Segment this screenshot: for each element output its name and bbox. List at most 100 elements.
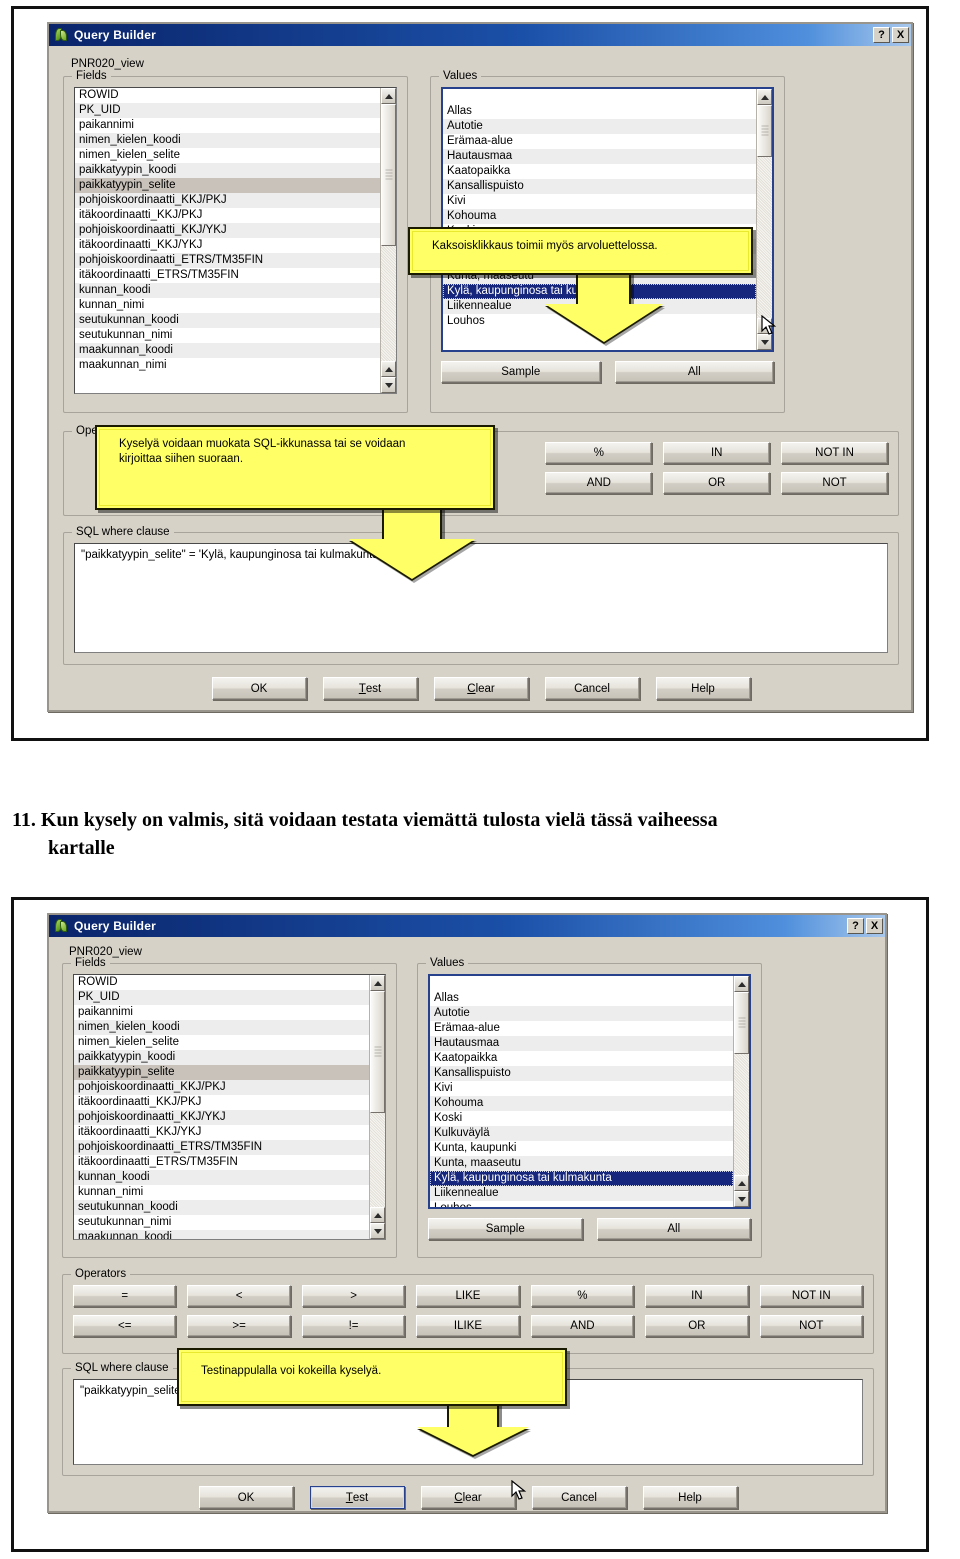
operator-button[interactable]: = bbox=[73, 1285, 177, 1307]
list-item[interactable]: Autotie bbox=[430, 1006, 733, 1021]
list-item[interactable]: PK_UID bbox=[75, 103, 380, 118]
list-item[interactable]: pohjoiskoordinaatti_KKJ/PKJ bbox=[75, 193, 380, 208]
operator-button[interactable]: < bbox=[187, 1285, 291, 1307]
list-item[interactable]: maakunnan_koodi bbox=[74, 1230, 369, 1239]
list-item[interactable]: Liikennealue bbox=[430, 1186, 733, 1201]
list-item[interactable]: Kansallispuisto bbox=[430, 1066, 733, 1081]
list-item[interactable]: Kivi bbox=[443, 194, 756, 209]
operator-button[interactable]: AND bbox=[545, 472, 653, 494]
list-item[interactable]: pohjoiskoordinaatti_KKJ/YKJ bbox=[74, 1110, 369, 1125]
list-item[interactable]: Allas bbox=[430, 991, 733, 1006]
all-button[interactable]: All bbox=[614, 361, 774, 383]
values-scrollbar[interactable] bbox=[756, 89, 772, 350]
operator-button[interactable]: % bbox=[530, 1285, 635, 1307]
list-item[interactable]: paikkatyypin_koodi bbox=[75, 163, 380, 178]
list-item[interactable]: kunnan_koodi bbox=[75, 283, 380, 298]
list-item[interactable]: ROWID bbox=[75, 88, 380, 103]
help-button[interactable]: Help bbox=[655, 677, 751, 700]
clear-button[interactable]: Clear bbox=[433, 677, 529, 700]
list-item[interactable]: Kaatopaikka bbox=[443, 164, 756, 179]
test-button[interactable]: Test bbox=[322, 677, 418, 700]
fields-scroll-track[interactable] bbox=[381, 246, 396, 361]
fields-scroll-thumb[interactable] bbox=[381, 104, 396, 246]
list-item[interactable]: itäkoordinaatti_KKJ/YKJ bbox=[75, 238, 380, 253]
list-item[interactable]: paikannimi bbox=[75, 118, 380, 133]
list-item[interactable]: Kansallispuisto bbox=[443, 179, 756, 194]
cancel-button[interactable]: Cancel bbox=[544, 677, 640, 700]
scroll-down-arrow-icon[interactable] bbox=[370, 1223, 385, 1239]
operator-button[interactable]: NOT bbox=[781, 472, 888, 494]
fields-listbox-2[interactable]: ROWID PK_UID paikannimi nimen_kielen_koodi n… bbox=[73, 974, 386, 1240]
scroll-up-arrow-icon-2[interactable] bbox=[757, 318, 772, 334]
list-item[interactable]: maakunnan_koodi bbox=[75, 343, 380, 358]
values-scroll-track-2[interactable] bbox=[734, 1054, 749, 1175]
list-item[interactable] bbox=[430, 976, 733, 991]
fields-scroll-thumb-2[interactable] bbox=[370, 991, 385, 1113]
list-item[interactable]: nimen_kielen_selite bbox=[74, 1035, 369, 1050]
values-scroll-thumb[interactable] bbox=[757, 105, 772, 157]
list-item[interactable]: kunnan_koodi bbox=[74, 1170, 369, 1185]
operator-button[interactable]: OR bbox=[663, 472, 771, 494]
list-item[interactable]: Kulkuväylä bbox=[430, 1126, 733, 1141]
list-item[interactable]: pohjoiskoordinaatti_ETRS/TM35FIN bbox=[75, 253, 380, 268]
operator-button[interactable]: <= bbox=[73, 1315, 177, 1337]
sql-where-textarea[interactable]: "paikkatyypin_selite" = 'Kylä, kaupungin… bbox=[74, 543, 888, 653]
list-item[interactable]: pohjoiskoordinaatti_ETRS/TM35FIN bbox=[74, 1140, 369, 1155]
list-item[interactable]: itäkoordinaatti_KKJ/PKJ bbox=[75, 208, 380, 223]
all-button-2[interactable]: All bbox=[596, 1218, 751, 1240]
operator-button[interactable]: IN bbox=[645, 1285, 749, 1307]
help-titlebar-button-2[interactable]: ? bbox=[847, 918, 864, 934]
scroll-down-arrow-icon[interactable] bbox=[381, 377, 396, 393]
list-item[interactable]: Kohouma bbox=[443, 209, 756, 224]
list-item[interactable]: seutukunnan_koodi bbox=[75, 313, 380, 328]
list-item[interactable]: Hautausmaa bbox=[443, 149, 756, 164]
values-scroll-thumb-2[interactable] bbox=[734, 992, 749, 1054]
scroll-up-arrow-icon-2[interactable] bbox=[381, 361, 396, 377]
scroll-up-arrow-icon[interactable] bbox=[757, 89, 772, 105]
test-button[interactable]: Test bbox=[309, 1486, 405, 1509]
list-item[interactable]: nimen_kielen_koodi bbox=[74, 1020, 369, 1035]
list-item[interactable]: itäkoordinaatti_ETRS/TM35FIN bbox=[74, 1155, 369, 1170]
list-item[interactable]: paikannimi bbox=[74, 1005, 369, 1020]
operator-button[interactable]: NOT bbox=[759, 1315, 863, 1337]
list-item[interactable]: Kohouma bbox=[430, 1096, 733, 1111]
list-item[interactable]: nimen_kielen_selite bbox=[75, 148, 380, 163]
values-scrollbar-2[interactable] bbox=[733, 976, 749, 1207]
operator-button[interactable]: NOT IN bbox=[781, 442, 888, 464]
scroll-up-arrow-icon-2[interactable] bbox=[734, 1175, 749, 1191]
sample-button[interactable]: Sample bbox=[441, 361, 601, 383]
operator-button[interactable]: AND bbox=[530, 1315, 635, 1337]
operator-button[interactable]: IN bbox=[663, 442, 771, 464]
scroll-up-arrow-icon[interactable] bbox=[734, 976, 749, 992]
help-titlebar-button[interactable]: ? bbox=[873, 27, 890, 43]
close-titlebar-button[interactable]: X bbox=[892, 27, 909, 43]
list-item[interactable]: ROWID bbox=[74, 975, 369, 990]
list-item[interactable]: seutukunnan_koodi bbox=[74, 1200, 369, 1215]
fields-listbox[interactable]: ROWID PK_UID paikannimi nimen_kielen_koodi n… bbox=[74, 87, 397, 394]
scroll-down-arrow-icon[interactable] bbox=[757, 334, 772, 350]
ok-button[interactable]: OK bbox=[198, 1486, 294, 1509]
list-item[interactable]: Koski bbox=[430, 1111, 733, 1126]
operator-button[interactable]: > bbox=[301, 1285, 406, 1307]
list-item[interactable]: pohjoiskoordinaatti_KKJ/PKJ bbox=[74, 1080, 369, 1095]
operator-button[interactable]: OR bbox=[645, 1315, 749, 1337]
close-titlebar-button-2[interactable]: X bbox=[866, 918, 883, 934]
fields-list-items-2[interactable]: ROWID PK_UID paikannimi nimen_kielen_koodi n… bbox=[74, 975, 369, 1239]
sample-button-2[interactable]: Sample bbox=[428, 1218, 583, 1240]
list-item[interactable]: maakunnan_nimi bbox=[75, 358, 380, 373]
operator-button[interactable]: LIKE bbox=[416, 1285, 520, 1307]
list-item[interactable]: seutukunnan_nimi bbox=[74, 1215, 369, 1230]
fields-scrollbar-2[interactable] bbox=[369, 975, 385, 1239]
list-item[interactable]: pohjoiskoordinaatti_KKJ/YKJ bbox=[75, 223, 380, 238]
scroll-down-arrow-icon[interactable] bbox=[734, 1191, 749, 1207]
list-item[interactable]: Kivi bbox=[430, 1081, 733, 1096]
list-item[interactable]: Louhos bbox=[430, 1201, 733, 1207]
list-item[interactable]: nimen_kielen_koodi bbox=[75, 133, 380, 148]
fields-scrollbar[interactable] bbox=[380, 88, 396, 393]
ok-button[interactable]: OK bbox=[211, 677, 307, 700]
operator-button[interactable]: >= bbox=[187, 1315, 291, 1337]
scroll-up-arrow-icon[interactable] bbox=[370, 975, 385, 991]
list-item[interactable]: Kunta, kaupunki bbox=[430, 1141, 733, 1156]
operator-button[interactable]: NOT IN bbox=[759, 1285, 863, 1307]
values-listbox-2[interactable]: Allas Autotie Erämaa-alue Hautausmaa Kaatopa… bbox=[428, 974, 751, 1209]
